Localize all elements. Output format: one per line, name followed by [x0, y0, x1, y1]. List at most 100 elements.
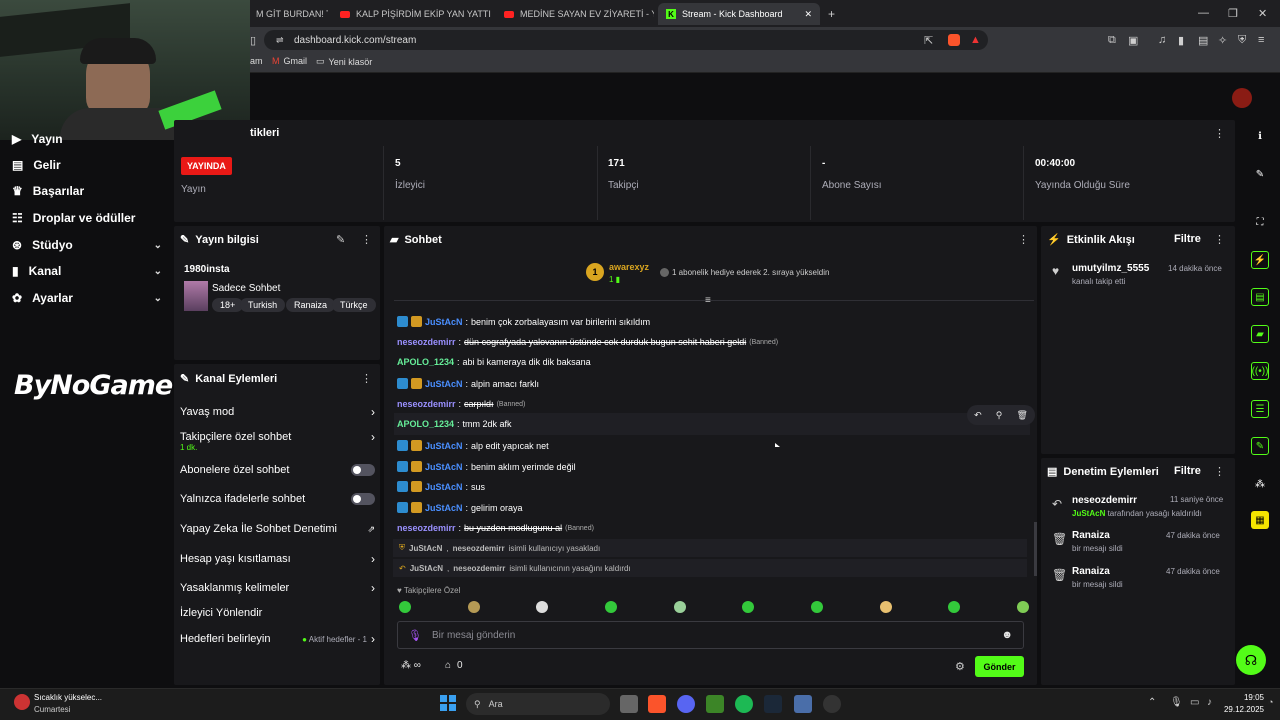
more-icon[interactable]: ⋮ [1018, 233, 1029, 246]
chat-username[interactable]: APOLO_1234 [397, 419, 454, 429]
chat-message[interactable]: neseozdemirr: bu yuzden modlugunu al (Bann… [397, 523, 594, 533]
chat-message[interactable]: APOLO_1234: abi bi kameraya dik dik baksa… [397, 357, 591, 367]
mod-user[interactable]: Ranaiza [1072, 566, 1110, 577]
slow-mode-action[interactable]: Yavaş mod › [180, 405, 375, 419]
bookmark-icon[interactable]: ▯ [250, 34, 256, 47]
emotes-only-toggle[interactable] [351, 493, 375, 505]
support-button[interactable]: ☊ [1236, 645, 1266, 675]
mod-user[interactable]: Ranaiza [1072, 530, 1110, 541]
reply-icon[interactable]: ↶ [974, 410, 982, 421]
browser-tab[interactable]: KALP PİŞİRDİM EKİP YAN YATTI - Me [332, 3, 492, 25]
browser-tab[interactable]: MEDİNE SAYAN EV ZİYARETİ - YouTu [496, 3, 654, 25]
site-info-icon[interactable]: ⇌ [276, 35, 284, 46]
maximize-icon[interactable]: ❐ [1228, 7, 1238, 20]
more-icon[interactable]: ⋮ [361, 233, 372, 246]
emote-icon[interactable] [879, 601, 892, 613]
wrench-icon[interactable]: ✎ [1251, 437, 1269, 455]
spotify-icon[interactable] [735, 695, 753, 713]
chat-username[interactable]: neseozdemirr [397, 523, 456, 533]
minecraft-icon[interactable] [706, 695, 724, 713]
chat-username[interactable]: neseozdemirr [397, 337, 456, 347]
more-icon[interactable]: ⋮ [1214, 465, 1225, 478]
app-icon[interactable] [794, 695, 812, 713]
pinned-user[interactable]: awarexyz [609, 262, 649, 272]
emote-icon[interactable] [673, 601, 686, 613]
sidebar-item-yayin[interactable]: ▶ Yayın [12, 128, 162, 150]
pin-icon[interactable]: ⚲ [996, 410, 1003, 421]
screenshot-icon[interactable]: ▣ [1128, 34, 1138, 47]
emote-icon[interactable] [467, 601, 480, 613]
browser-tab[interactable]: M GİT BURDAN! Türi [248, 3, 328, 25]
bolt-icon[interactable]: ⚡ [1251, 251, 1269, 269]
channel-points-icon[interactable]: ⁂ ∞ [401, 660, 421, 671]
tray-chevron-icon[interactable]: ⌃ [1148, 697, 1156, 708]
weather-title[interactable]: Sıcaklık yükselec... [34, 693, 102, 702]
vpn-icon[interactable]: ⛨ [1238, 34, 1246, 47]
mic-tray-icon[interactable]: 🎙 [1170, 697, 1183, 708]
sidebar-item-gelir[interactable]: ▤ Gelir [12, 154, 162, 176]
chat-username[interactable]: JuStAcN [425, 317, 463, 327]
taskbar-search[interactable]: ⚲ Ara [466, 693, 610, 715]
new-tab-icon[interactable]: + [828, 7, 835, 21]
moderation-filter[interactable]: Filtre [1174, 465, 1201, 477]
activity-user[interactable]: umutyilmz_5555 [1072, 263, 1149, 274]
close-window-icon[interactable]: ✕ [1258, 7, 1267, 20]
banned-words-action[interactable]: Yasaklanmış kelimeler › [180, 581, 375, 595]
brave-shield-icon[interactable] [948, 34, 960, 46]
minimize-icon[interactable]: — [1198, 7, 1209, 19]
emote-icon[interactable] [810, 601, 823, 613]
chat-username[interactable]: JuStAcN [425, 462, 463, 472]
emote-icon[interactable] [399, 601, 411, 613]
clock-time[interactable]: 19:05 [1228, 693, 1264, 702]
clapper-icon[interactable]: ▦ [1251, 511, 1269, 529]
media-icon[interactable]: ♫ [1158, 34, 1166, 46]
bookmark-gmail[interactable]: M Gmail [272, 56, 307, 66]
emote-icon[interactable] [536, 601, 549, 613]
sidebar-item-basarilar[interactable]: ♛ Başarılar [12, 180, 162, 202]
bookmark-item[interactable]: am [250, 56, 263, 66]
list-icon[interactable]: ☰ [1251, 400, 1269, 418]
steam-icon[interactable] [764, 695, 782, 713]
share-icon[interactable]: ⇱ [924, 34, 933, 47]
account-age-action[interactable]: Hesap yaşı kısıtlaması › [180, 552, 375, 566]
emote-icon[interactable] [742, 601, 755, 613]
send-button[interactable]: Gönder [975, 656, 1024, 677]
microphone-icon[interactable]: 🎙 [408, 629, 422, 642]
sidebar-item-kanal[interactable]: ▮ Kanal ⌄ [12, 260, 162, 282]
sidebar-item-ayarlar[interactable]: ✿ Ayarlar ⌄ [12, 287, 162, 309]
chat-message[interactable]: APOLO_1234: tmm 2dk afk [397, 419, 512, 429]
chat-settings-icon[interactable]: ⚙ [955, 660, 965, 673]
chat-username[interactable]: JuStAcN [425, 482, 463, 492]
network-icon[interactable]: ▭ [1190, 697, 1199, 708]
info-icon[interactable]: ℹ [1251, 127, 1269, 145]
sidebar-toggle-icon[interactable]: ▮ [1178, 34, 1184, 47]
extensions-icon[interactable]: ⧉ [1108, 34, 1116, 47]
chat-message[interactable]: neseozdemirr: carpıldı (Banned) [397, 399, 525, 409]
ai-icon[interactable]: ✧ [1218, 34, 1227, 47]
menu-icon[interactable]: ≡ [1258, 34, 1264, 46]
chat-scrollbar[interactable] [1034, 522, 1037, 576]
emoji-icon[interactable]: ☻ [1001, 629, 1013, 641]
discord-icon[interactable] [677, 695, 695, 713]
chat-icon[interactable]: ▰ [1251, 325, 1269, 343]
more-icon[interactable]: ⋮ [1214, 233, 1225, 246]
chat-message[interactable]: JuStAcN: alp edit yapıcak net [397, 440, 549, 451]
ai-moderation-action[interactable]: Yapay Zeka İle Sohbet Denetimi ⇗ [180, 523, 375, 535]
sidebar-item-studyo[interactable]: ⊛ Stüdyo ⌄ [12, 234, 162, 256]
chat-input[interactable]: 🎙 Bir mesaj gönderin ☻ [397, 621, 1024, 649]
brave-icon[interactable] [648, 695, 666, 713]
more-icon[interactable]: ⋮ [361, 372, 372, 385]
chat-message[interactable]: JuStAcN: benim aklım yerimde değil [397, 461, 576, 472]
goals-action[interactable]: Hedefleri belirleyin ● Aktif hedefler - 1… [180, 632, 375, 646]
chat-username[interactable]: JuStAcN [425, 441, 463, 451]
emote-icon[interactable] [948, 601, 961, 613]
more-icon[interactable]: ⋮ [1214, 127, 1225, 140]
apps-icon[interactable]: ⁂ [1251, 475, 1269, 493]
chat-message[interactable]: neseozdemirr: dün cografyada yalovanın üs… [397, 337, 778, 347]
rewards-icon[interactable]: ▲ [970, 34, 981, 46]
close-tab-icon[interactable]: ✕ [804, 9, 812, 20]
file-explorer-icon[interactable] [620, 695, 638, 713]
emote-icon[interactable] [1016, 601, 1029, 613]
clock-date[interactable]: 29.12.2025 [1208, 705, 1264, 714]
weather-icon[interactable] [14, 694, 30, 710]
